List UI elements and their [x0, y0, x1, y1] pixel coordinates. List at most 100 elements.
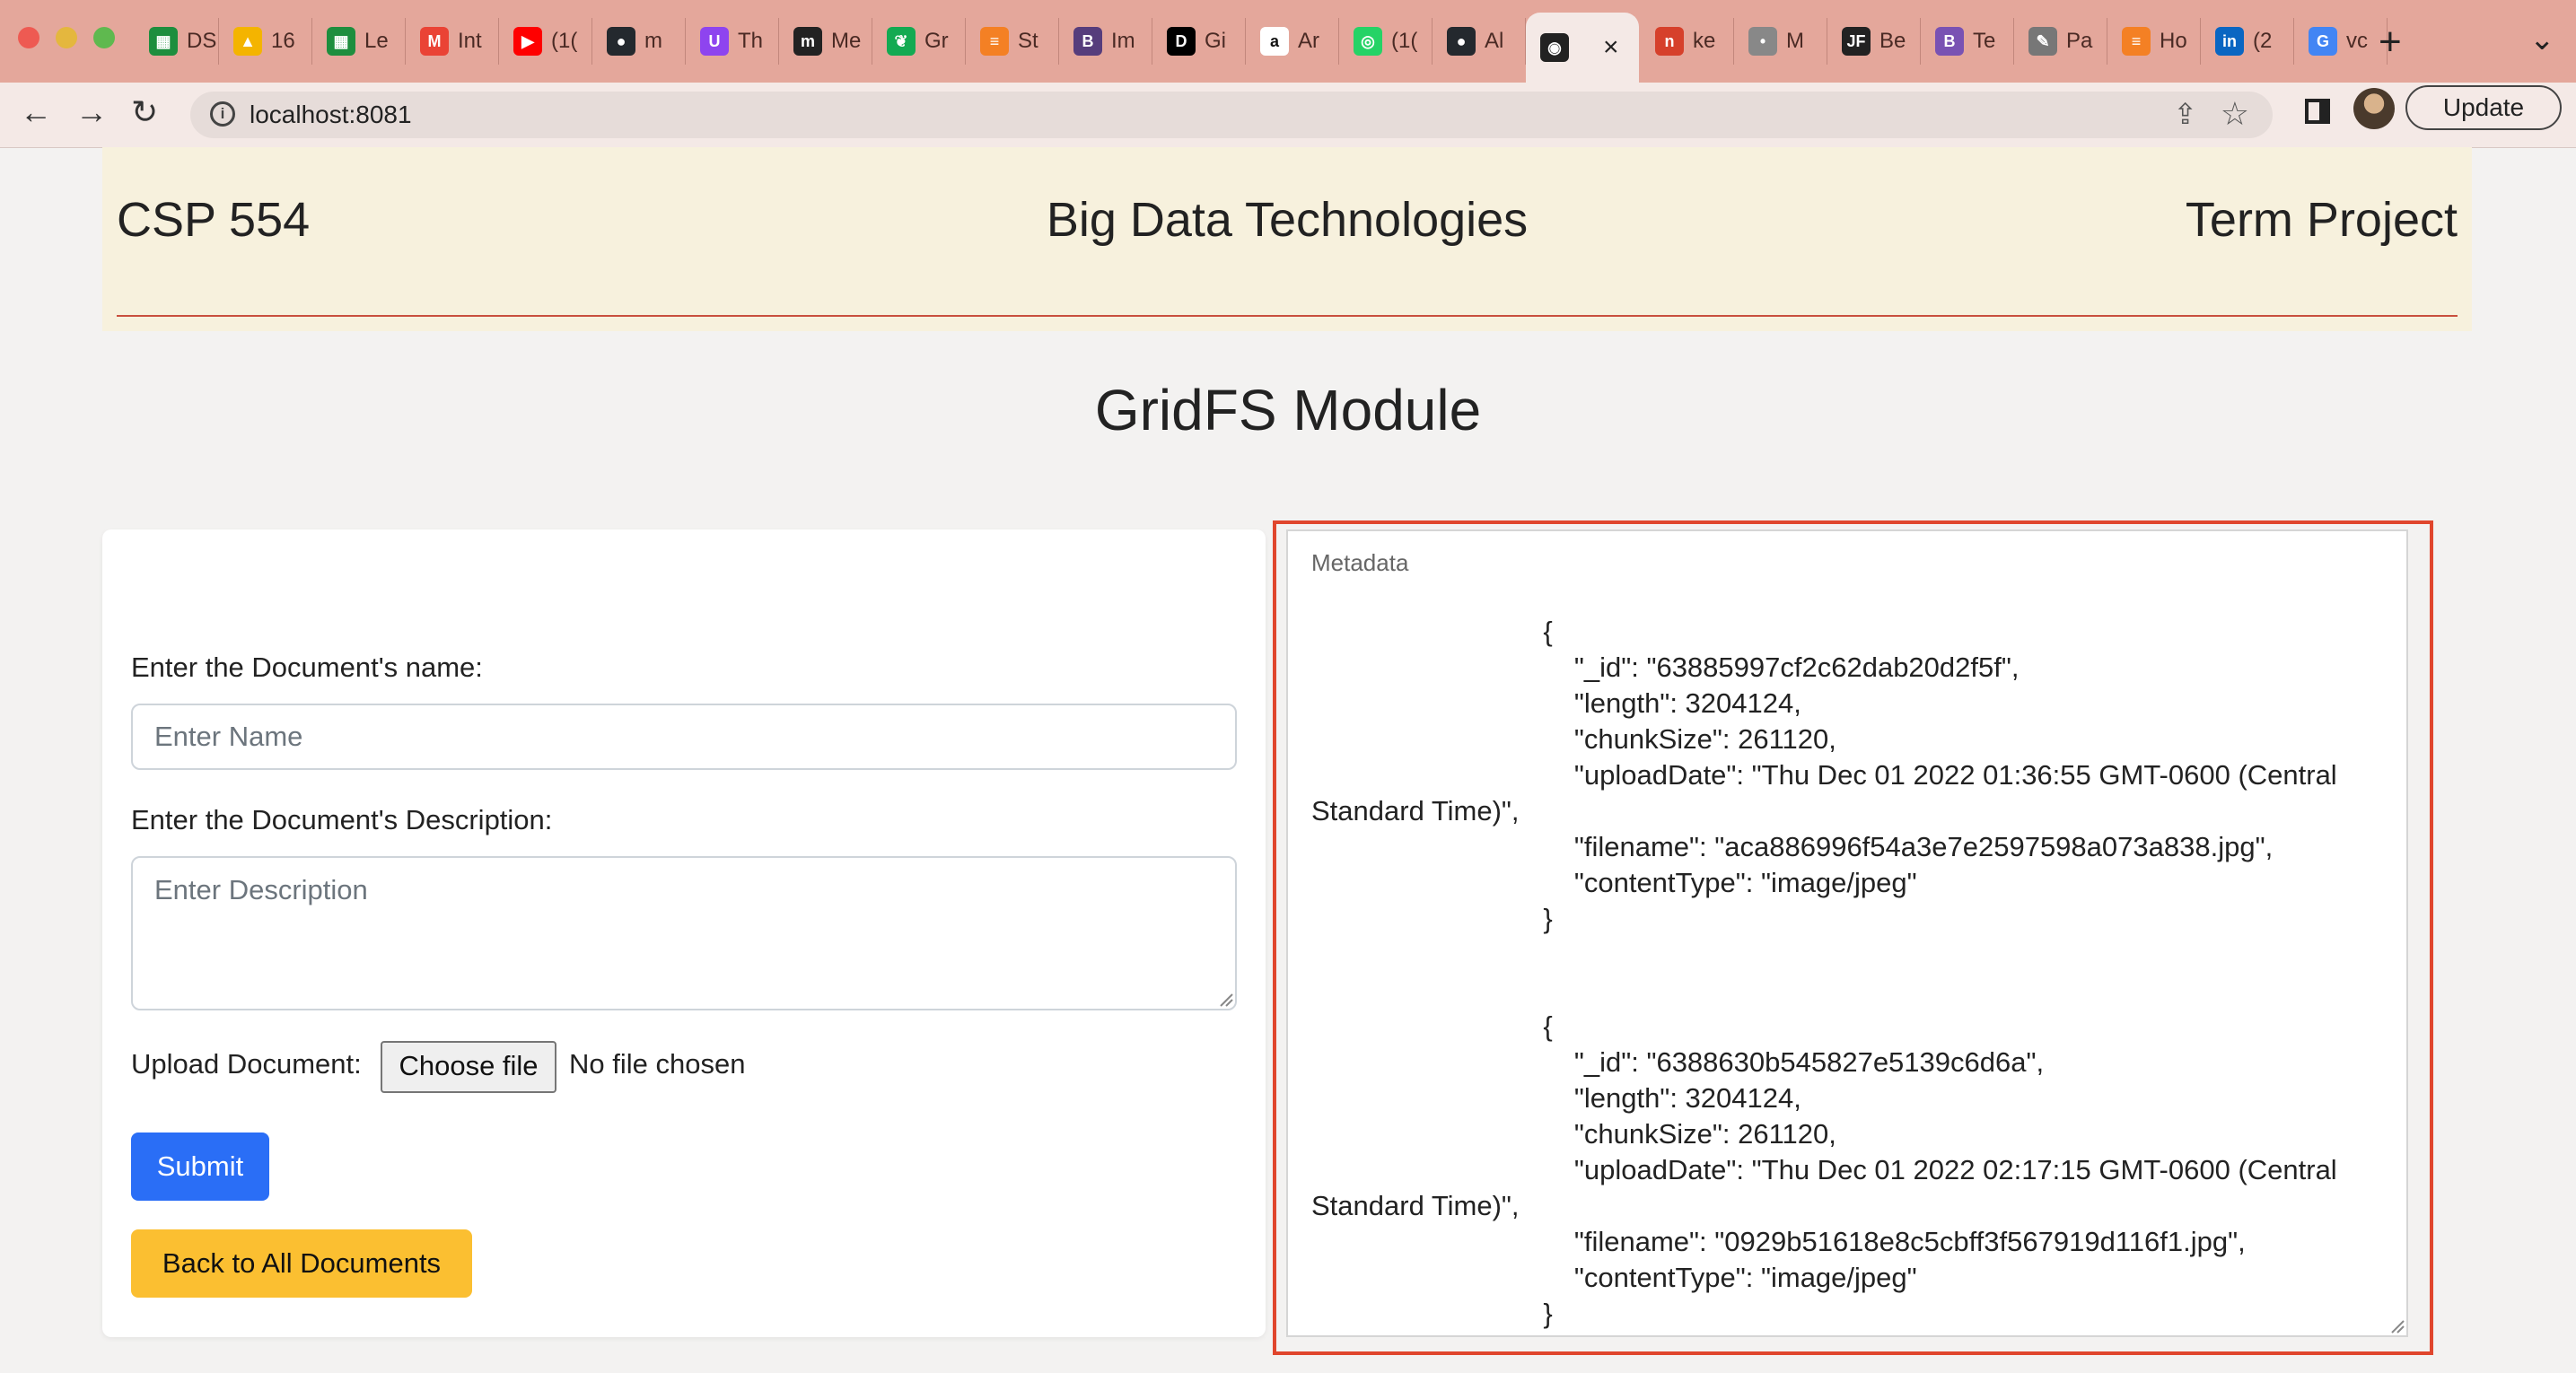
header-course-code: CSP 554 [117, 193, 311, 247]
document-description-textarea[interactable] [131, 856, 1237, 1010]
header-course-title: Big Data Technologies [1046, 193, 1529, 247]
back-arrow-icon[interactable]: ← [20, 93, 52, 131]
header-divider [117, 315, 2458, 317]
browser-tab[interactable]: ▶ (1( [499, 18, 592, 65]
browser-tab[interactable]: ● Al [1433, 18, 1526, 65]
browser-tab[interactable]: n ke [1641, 18, 1734, 65]
window-maximize-control[interactable] [93, 27, 115, 48]
reload-icon[interactable]: ↻ [131, 93, 158, 131]
browser-tab-label: Al [1485, 29, 1504, 53]
window-minimize-control[interactable] [56, 27, 77, 48]
tab-search-chevron-icon[interactable]: ⌄ [2529, 22, 2555, 57]
github-icon: ● [607, 27, 635, 56]
site-info-icon[interactable]: i [210, 101, 235, 127]
browser-tab-label: Gr [924, 29, 949, 53]
browser-tab-label: DS [187, 29, 217, 53]
browser-tab[interactable]: M Int [406, 18, 499, 65]
bootstrap-icon: B [1935, 27, 1964, 56]
browser-tab[interactable]: ❦ Gr [872, 18, 966, 65]
choose-file-button[interactable]: Choose file [381, 1041, 556, 1093]
gmail-icon: M [420, 27, 449, 56]
bootstrap-icon: B [1073, 27, 1102, 56]
sheets-icon: ▦ [149, 27, 178, 56]
browser-tab-label: Th [738, 29, 764, 53]
header-project-label: Term Project [2185, 193, 2458, 247]
metadata-label: Metadata [1311, 549, 1409, 576]
mongodb-icon: ❦ [887, 27, 916, 56]
sheets-icon: ▦ [327, 27, 355, 56]
address-bar-url[interactable]: localhost:8081 [250, 101, 412, 129]
document-name-label: Enter the Document's name: [131, 652, 483, 683]
address-bar[interactable]: i localhost:8081 ⇪ ☆ [190, 92, 2273, 138]
browser-tab-active[interactable]: ◉ × [1526, 13, 1639, 83]
textarea-resize-handle-icon[interactable] [1217, 991, 1233, 1007]
browser-tab[interactable]: B Te [1921, 18, 2014, 65]
browser-tab[interactable]: in (2 [2201, 18, 2294, 65]
browser-tab[interactable]: D Gi [1152, 18, 1246, 65]
document-name-input[interactable] [131, 704, 1237, 770]
browser-tab-label: Im [1111, 29, 1135, 53]
browser-tab[interactable]: ≡ St [966, 18, 1059, 65]
browser-tab[interactable]: Gvc [2294, 18, 2388, 65]
browser-tab[interactable]: ≡ Ho [2107, 18, 2201, 65]
back-to-all-documents-button[interactable]: Back to All Documents [131, 1229, 472, 1298]
browser-tab-label: (1( [551, 29, 578, 53]
browser-tab[interactable]: ▦ DS [135, 18, 219, 65]
tab-close-icon[interactable]: × [1603, 32, 1619, 63]
browser-tab[interactable]: ● m [592, 18, 686, 65]
github-icon: ● [1447, 27, 1476, 56]
new-tab-button[interactable]: + [2379, 20, 2402, 65]
browser-tab-label: Ho [2160, 29, 2187, 53]
no-file-chosen-text: No file chosen [569, 1048, 746, 1080]
metadata-resize-handle-icon[interactable] [2388, 1317, 2405, 1334]
profile-avatar[interactable] [2353, 88, 2395, 129]
n-icon: n [1655, 27, 1684, 56]
browser-tab[interactable]: m Me [779, 18, 872, 65]
browser-tab-label: vc [2346, 29, 2368, 53]
browser-tab[interactable]: ▦ Le [312, 18, 406, 65]
browser-tab-label: St [1018, 29, 1038, 53]
browser-tab-label: Gi [1205, 29, 1226, 53]
u-icon: U [700, 27, 729, 56]
browser-tab-label: M [1786, 29, 1804, 53]
metadata-textarea[interactable]: Metadata { "_id": "63885997cf2c62dab20d2… [1286, 529, 2408, 1337]
forward-arrow-icon[interactable]: → [75, 93, 108, 131]
feather-icon: ✎ [2028, 27, 2057, 56]
browser-tab[interactable]: a Ar [1246, 18, 1339, 65]
stackoverflow-icon: ≡ [980, 27, 1009, 56]
browser-tab-label: (2 [2253, 29, 2273, 53]
dev-icon: D [1167, 27, 1196, 56]
bookmark-star-icon[interactable]: ☆ [2221, 95, 2249, 133]
browser-tab-label: Te [1973, 29, 1996, 53]
m-icon: m [793, 27, 822, 56]
metadata-content: { "_id": "63885997cf2c62dab20d2f5f", "le… [1311, 616, 2337, 1329]
side-panel-icon[interactable] [2305, 99, 2330, 124]
browser-tab-strip: ▦ DS ▲ 16 ▦ Le M Int ▶ (1( ● m U Th m Me ❦ Gr ≡ St B Im D Gi a Ar… [0, 0, 2576, 83]
browser-tab-label: Ar [1298, 29, 1319, 53]
page-header: Big Data Technologies CSP 554 Term Proje… [102, 147, 2472, 331]
drive-icon: ▲ [233, 27, 262, 56]
browser-tab-label: 16 [271, 29, 295, 53]
browser-tab-label: Pa [2066, 29, 2093, 53]
document-description-label: Enter the Document's Description: [131, 804, 553, 835]
jf-icon: JF [1842, 27, 1871, 56]
browser-tab[interactable]: ◎ (1( [1339, 18, 1433, 65]
update-button[interactable]: Update [2405, 85, 2562, 130]
browser-tab[interactable]: B Im [1059, 18, 1152, 65]
browser-tab-label: Be [1879, 29, 1906, 53]
stackoverflow-icon: ≡ [2122, 27, 2151, 56]
browser-tab-label: Le [364, 29, 389, 53]
browser-tab[interactable]: ▲ 16 [219, 18, 312, 65]
browser-tab[interactable]: ✎ Pa [2014, 18, 2107, 65]
browser-tab-label: Me [831, 29, 862, 53]
window-close-control[interactable] [18, 27, 39, 48]
browser-tab[interactable]: • M [1734, 18, 1827, 65]
linkedin-icon: in [2215, 27, 2244, 56]
submit-button[interactable]: Submit [131, 1133, 269, 1201]
youtube-icon: ▶ [513, 27, 542, 56]
share-icon[interactable]: ⇪ [2173, 97, 2197, 131]
browser-tab[interactable]: JF Be [1827, 18, 1921, 65]
page-title: GridFS Module [1094, 378, 1482, 442]
browser-tab-label: ke [1693, 29, 1716, 53]
browser-tab[interactable]: U Th [686, 18, 779, 65]
